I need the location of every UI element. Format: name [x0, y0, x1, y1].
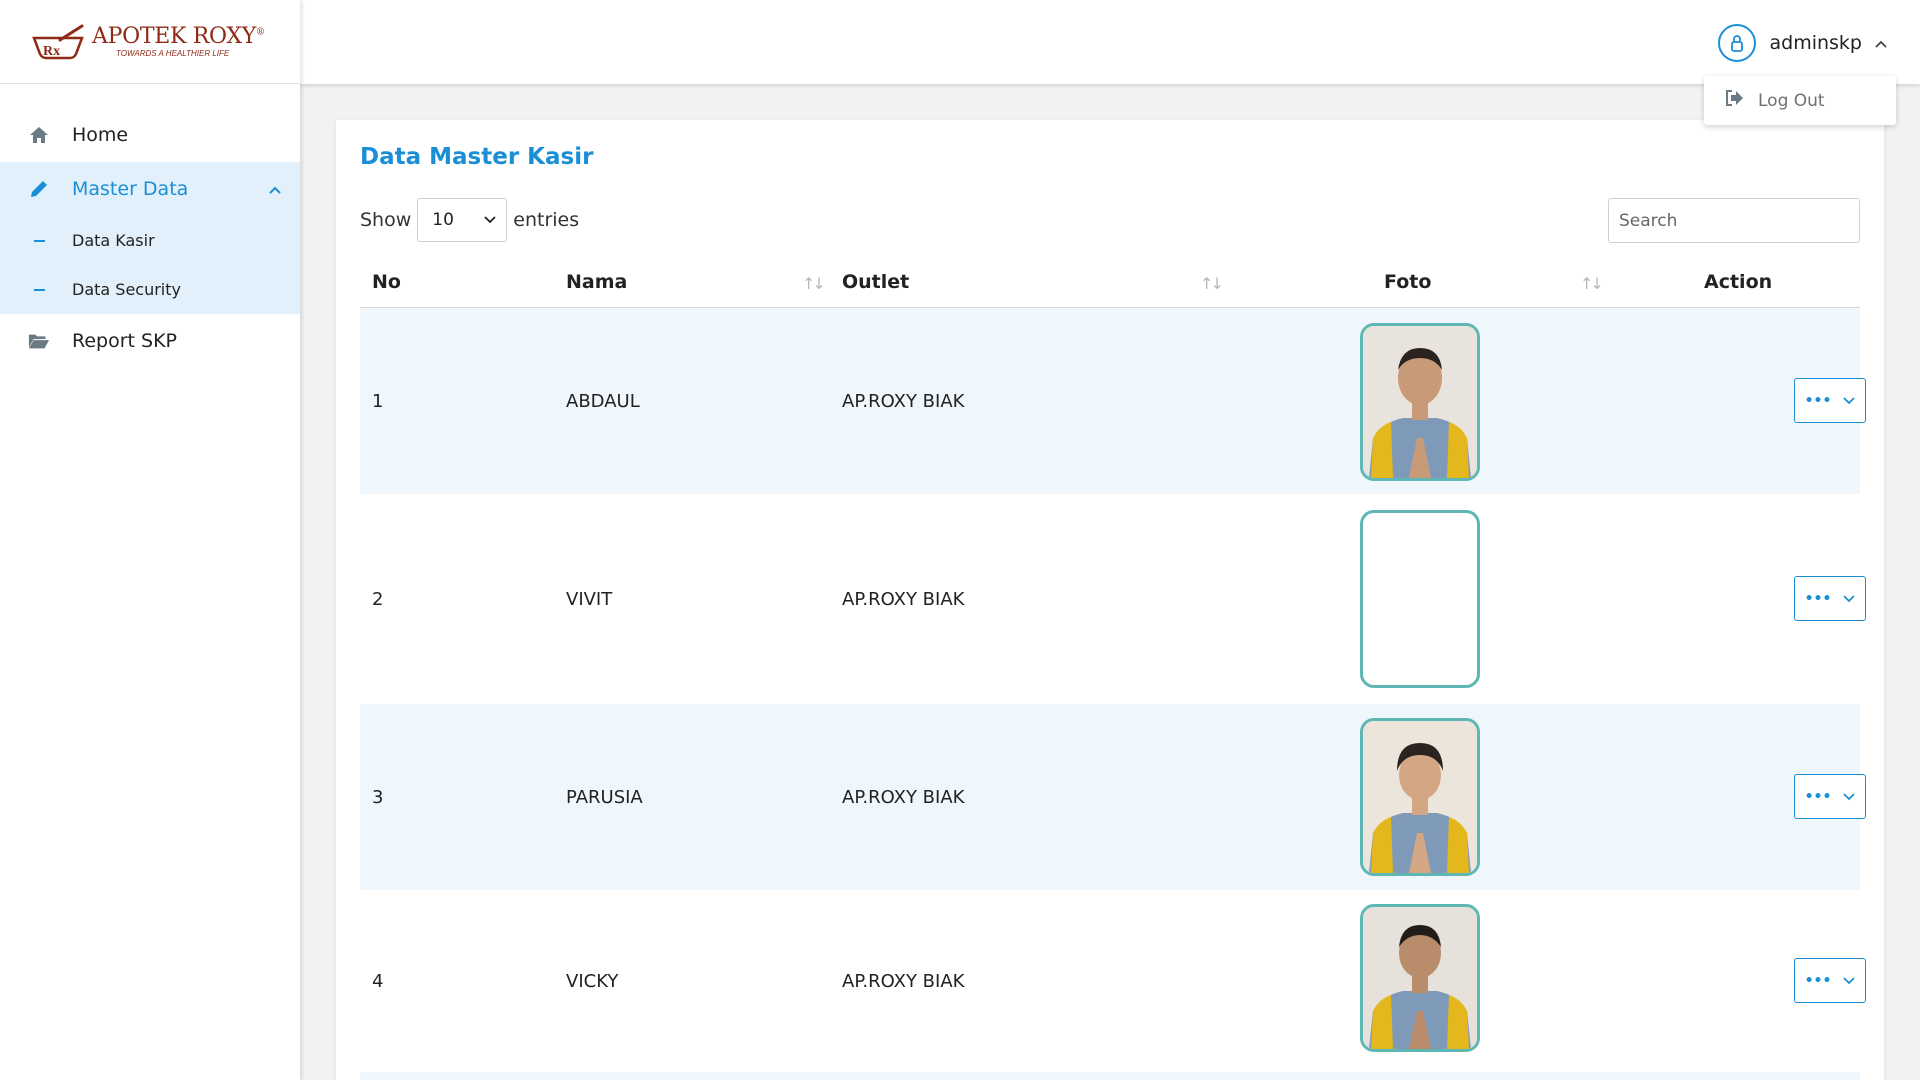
sidebar-item-data-kasir[interactable]: Data Kasir: [0, 216, 300, 265]
sidebar-item-label: Report SKP: [72, 330, 178, 352]
chevron-down-icon: [1843, 594, 1856, 602]
cell-outlet: AP.ROXY BIAK: [842, 390, 965, 412]
staff-photo[interactable]: [1360, 904, 1480, 1052]
cell-nama: VICKY: [566, 970, 619, 992]
sidebar: Rx APOTEK ROXY® TOWARDS A HEALTHIER LIFE…: [0, 0, 300, 1080]
chevron-down-icon: [1843, 792, 1856, 800]
staff-photo[interactable]: [1360, 510, 1480, 688]
brand-name: APOTEK ROXY®: [92, 23, 265, 49]
user-menu-toggle[interactable]: adminskp: [1717, 24, 1889, 62]
column-header-action: Action: [1704, 271, 1773, 293]
sidebar-item-label: Master Data: [72, 178, 189, 200]
sign-out-icon: [1724, 89, 1744, 112]
table-header: No Nama ↑↓ Outlet ↑↓ Foto ↑↓ Action: [360, 256, 1860, 308]
user-name: adminskp: [1769, 32, 1863, 54]
table-row: [360, 1072, 1860, 1080]
chevron-down-icon: [1843, 396, 1856, 404]
female-staff-photo-icon: [1363, 721, 1477, 873]
more-icon: •••: [1804, 590, 1832, 607]
entries-label: entries: [513, 209, 580, 231]
table-row: 4 VICKY AP.ROXY BIAK •••: [360, 890, 1866, 1072]
chevron-up-icon: [268, 178, 282, 200]
logout-menu-item[interactable]: Log Out: [1704, 76, 1896, 125]
sidebar-group-master-data: Master Data Data Kasir Data Security: [0, 162, 300, 314]
search-input[interactable]: [1608, 198, 1860, 243]
staff-photo[interactable]: [1360, 323, 1480, 481]
cell-no: 2: [372, 588, 384, 610]
sidebar-item-label: Home: [72, 124, 129, 146]
sort-icon[interactable]: ↑↓: [1580, 274, 1604, 293]
svg-text:Rx: Rx: [43, 44, 60, 59]
logout-label: Log Out: [1758, 90, 1825, 111]
row-action-button[interactable]: •••: [1794, 774, 1866, 819]
cell-no: 3: [372, 786, 384, 808]
sidebar-item-data-security[interactable]: Data Security: [0, 265, 300, 314]
more-icon: •••: [1804, 392, 1832, 409]
sidebar-item-master-data[interactable]: Master Data: [0, 162, 300, 216]
folder-open-icon: [28, 332, 50, 350]
cell-outlet: AP.ROXY BIAK: [842, 786, 965, 808]
column-header-nama[interactable]: Nama: [566, 256, 627, 308]
sidebar-subitem-label: Data Kasir: [72, 231, 155, 250]
user-icon: [1717, 24, 1756, 62]
cell-nama: ABDAUL: [566, 390, 640, 412]
row-action-button[interactable]: •••: [1794, 958, 1866, 1003]
column-header-foto[interactable]: Foto: [1384, 256, 1431, 308]
dash-icon: [34, 288, 45, 291]
sidebar-item-report-skp[interactable]: Report SKP: [0, 314, 300, 368]
page-length-control: Show 10 entries: [360, 198, 579, 242]
page-length-value: 10: [432, 210, 454, 230]
column-header-outlet[interactable]: Outlet: [842, 256, 909, 308]
cell-nama: PARUSIA: [566, 786, 643, 808]
content-card: Data Master Kasir Show 10 entries No Nam…: [336, 120, 1884, 1080]
page-length-select[interactable]: 10: [417, 198, 508, 242]
sort-icon[interactable]: ↑↓: [802, 274, 826, 293]
more-icon: •••: [1804, 972, 1832, 989]
staff-photo[interactable]: [1360, 718, 1480, 876]
chevron-down-icon: [484, 216, 496, 224]
sort-icon[interactable]: ↑↓: [1200, 274, 1224, 293]
male-staff-photo-icon: [1363, 907, 1477, 1049]
sidebar-subitem-label: Data Security: [72, 280, 181, 299]
cell-no: 4: [372, 970, 384, 992]
page-title: Data Master Kasir: [360, 144, 594, 170]
chevron-down-icon: [1843, 976, 1856, 984]
table-row: 3 PARUSIA AP.ROXY BIAK •••: [360, 704, 1866, 890]
table-row: 1 ABDAUL AP.ROXY BIAK •••: [360, 308, 1866, 494]
sidebar-nav: Home Master Data Data Kasir Data Securit…: [0, 108, 300, 368]
brand-logo[interactable]: Rx APOTEK ROXY® TOWARDS A HEALTHIER LIFE: [0, 0, 300, 84]
cell-outlet: AP.ROXY BIAK: [842, 588, 965, 610]
row-action-button[interactable]: •••: [1794, 576, 1866, 621]
column-header-no[interactable]: No: [372, 256, 401, 308]
sidebar-item-home[interactable]: Home: [0, 108, 300, 162]
more-icon: •••: [1804, 788, 1832, 805]
cell-no: 1: [372, 390, 384, 412]
chevron-up-icon: [1874, 34, 1888, 53]
home-icon: [28, 126, 50, 144]
table-row: 2 VIVIT AP.ROXY BIAK •••: [360, 494, 1866, 704]
top-bar: adminskp: [300, 0, 1920, 84]
row-action-button[interactable]: •••: [1794, 378, 1866, 423]
brand-tagline: TOWARDS A HEALTHIER LIFE: [116, 48, 230, 58]
show-label: Show: [360, 209, 412, 231]
dash-icon: [34, 239, 45, 242]
mortar-pestle-logo-icon: Rx: [32, 24, 84, 59]
cell-nama: VIVIT: [566, 588, 613, 610]
male-staff-photo-icon: [1363, 326, 1477, 478]
pencil-icon: [28, 179, 50, 199]
cell-outlet: AP.ROXY BIAK: [842, 970, 965, 992]
